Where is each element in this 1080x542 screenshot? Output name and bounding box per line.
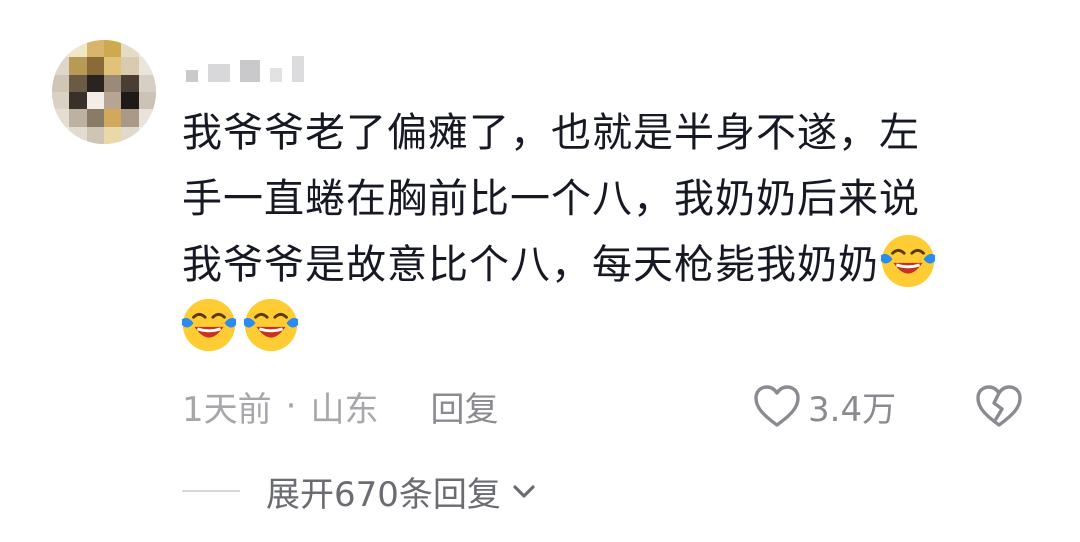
comment-meta: 1天前 · 山东 回复: [182, 382, 498, 430]
emoji-row: [180, 296, 302, 354]
comment-location: 山东: [310, 389, 379, 430]
dislike-button[interactable]: [974, 382, 1024, 430]
expand-replies-button[interactable]: 展开670条回复: [182, 466, 539, 516]
comment-line-3: 我爷爷是故意比个八，每天枪毙我奶奶: [182, 232, 1022, 298]
comment-line-3-text: 我爷爷是故意比个八，每天枪毙我奶奶: [182, 242, 879, 288]
like-button[interactable]: 3.4万: [752, 382, 896, 430]
username[interactable]: [186, 52, 304, 82]
laugh-cry-emoji: [880, 234, 936, 288]
broken-heart-icon: [976, 385, 1022, 427]
reply-button[interactable]: 回复: [430, 382, 498, 431]
laugh-cry-emoji: [181, 298, 237, 352]
comment-line-2: 手一直蜷在胸前比一个八，我奶奶后来说: [182, 176, 920, 222]
divider-line: [182, 490, 240, 492]
comment-item: 我爷爷老了偏瘫了，也就是半身不遂，左 手一直蜷在胸前比一个八，我奶奶后来说 我爷…: [0, 0, 1080, 542]
avatar[interactable]: [52, 40, 156, 144]
comment-line-1: 我爷爷老了偏瘫了，也就是半身不遂，左: [182, 110, 920, 156]
comment-time: 1天前: [182, 389, 272, 430]
heart-icon: [754, 385, 800, 427]
meta-separator: ·: [285, 386, 297, 426]
chevron-down-icon: [513, 485, 535, 498]
laugh-cry-emoji: [243, 298, 299, 352]
comment-text: 我爷爷老了偏瘫了，也就是半身不遂，左 手一直蜷在胸前比一个八，我奶奶后来说 我爷…: [182, 100, 1022, 298]
expand-replies-label: 展开670条回复: [266, 474, 501, 515]
like-count: 3.4万: [808, 389, 897, 430]
